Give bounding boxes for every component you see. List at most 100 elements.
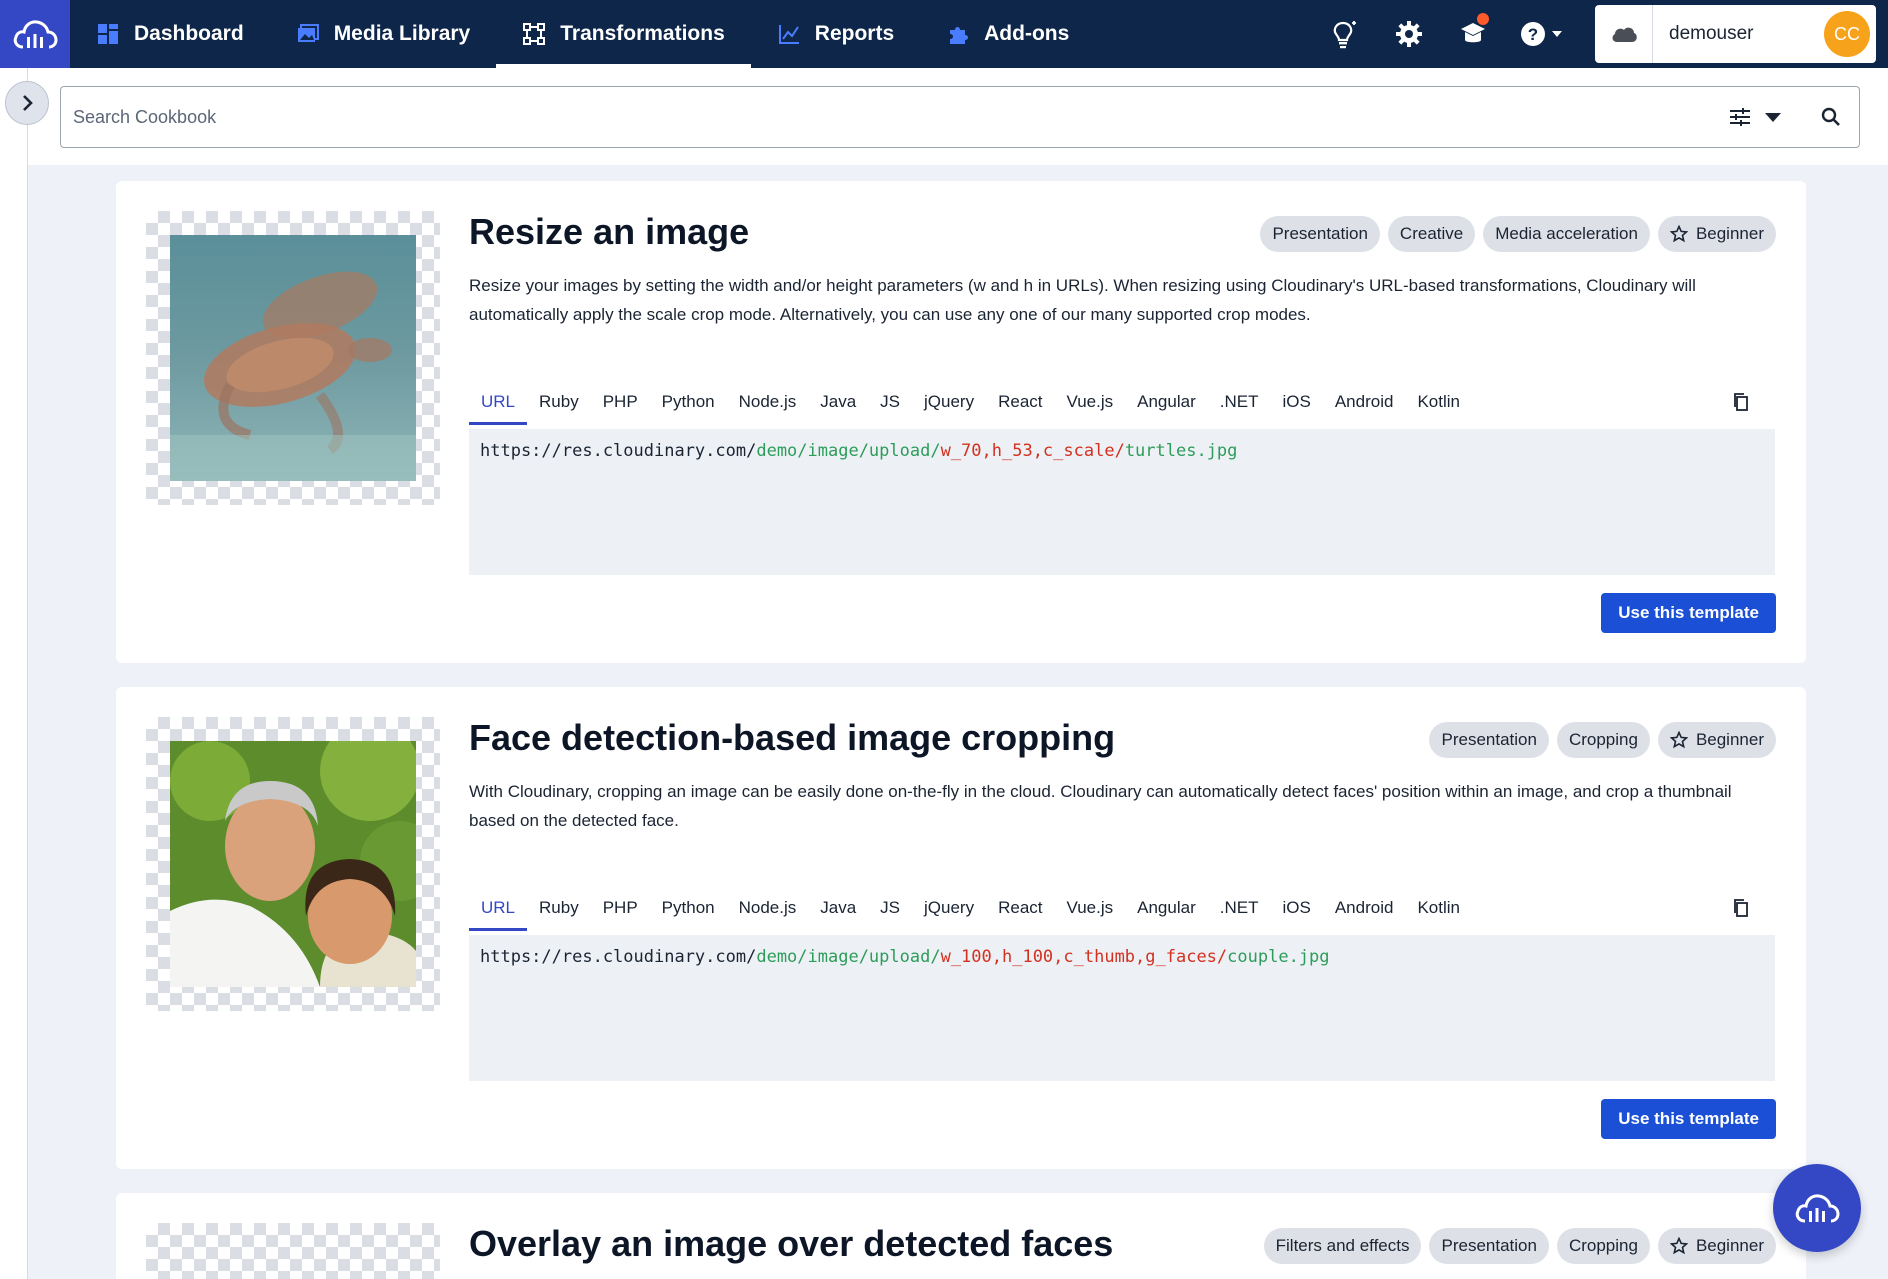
- caret-down-icon: [1765, 113, 1781, 122]
- tab-php[interactable]: PHP: [591, 887, 650, 929]
- tab-dotnet[interactable]: .NET: [1208, 381, 1271, 423]
- tag[interactable]: Presentation: [1260, 216, 1380, 252]
- sidebar-expand-button[interactable]: [5, 81, 49, 125]
- tab-js[interactable]: JS: [868, 381, 912, 423]
- tab-react[interactable]: React: [986, 887, 1054, 929]
- copy-button[interactable]: [1728, 895, 1754, 921]
- cloud-logo-icon: [13, 20, 58, 49]
- svg-text:?: ?: [1528, 25, 1538, 44]
- tag[interactable]: Presentation: [1429, 1228, 1549, 1264]
- tab-angular[interactable]: Angular: [1125, 381, 1208, 423]
- tag[interactable]: Cropping: [1556, 1228, 1650, 1264]
- star-icon: [1669, 225, 1688, 243]
- tab-ios[interactable]: iOS: [1270, 381, 1322, 423]
- tag[interactable]: Creative: [1387, 216, 1476, 252]
- tab-jquery[interactable]: jQuery: [912, 381, 986, 423]
- tab-ruby[interactable]: Ruby: [527, 381, 591, 423]
- reports-icon: [777, 22, 801, 46]
- cloudinary-logo[interactable]: [0, 0, 70, 68]
- dashboard-icon: [96, 22, 120, 46]
- nav-addons-label: Add-ons: [984, 22, 1070, 45]
- search-input[interactable]: [61, 87, 1709, 147]
- tab-kotlin[interactable]: Kotlin: [1405, 381, 1472, 423]
- tab-java[interactable]: Java: [808, 887, 868, 929]
- tab-vuejs[interactable]: Vue.js: [1055, 381, 1126, 423]
- tab-vuejs[interactable]: Vue.js: [1055, 887, 1126, 929]
- tab-react[interactable]: React: [986, 381, 1054, 423]
- recipe-title[interactable]: Resize an image: [469, 211, 749, 253]
- media-library-icon: [296, 22, 320, 46]
- couple-image: [170, 741, 416, 987]
- filter-dropdown[interactable]: [1709, 87, 1803, 147]
- url-base: https://res.cloudinary.com/: [480, 441, 757, 461]
- avatar[interactable]: CC: [1824, 11, 1870, 57]
- code-snippet[interactable]: https://res.cloudinary.com/demo/image/up…: [469, 429, 1775, 575]
- tab-nodejs[interactable]: Node.js: [727, 381, 809, 423]
- cloud-account-icon[interactable]: [1595, 5, 1653, 63]
- tab-url[interactable]: URL: [469, 887, 528, 931]
- collapsed-sidebar: [0, 68, 28, 1279]
- search-button[interactable]: [1803, 87, 1859, 147]
- recipe-title[interactable]: Face detection-based image cropping: [469, 717, 1115, 759]
- tag[interactable]: Presentation: [1429, 722, 1549, 758]
- recipe-thumbnail[interactable]: [146, 717, 440, 1011]
- tab-dotnet[interactable]: .NET: [1208, 887, 1271, 929]
- cloudinary-assistant-button[interactable]: [1773, 1164, 1861, 1252]
- recipe-card: Overlay an image over detected faces Fil…: [116, 1193, 1806, 1279]
- recipe-title[interactable]: Overlay an image over detected faces: [469, 1223, 1113, 1265]
- nav-dashboard-label: Dashboard: [134, 22, 244, 45]
- transformations-icon: [522, 22, 546, 46]
- learning-button[interactable]: [1441, 0, 1505, 68]
- help-button[interactable]: ?: [1505, 0, 1579, 68]
- code-snippet[interactable]: https://res.cloudinary.com/demo/image/up…: [469, 935, 1775, 1081]
- tab-ios[interactable]: iOS: [1270, 887, 1322, 929]
- use-template-button[interactable]: Use this template: [1601, 593, 1776, 633]
- url-path: demo/image/upload/: [756, 441, 941, 461]
- tab-python[interactable]: Python: [650, 381, 727, 423]
- recipe-card: Face detection-based image cropping Pres…: [116, 687, 1806, 1169]
- copy-button[interactable]: [1728, 389, 1754, 415]
- level-tag[interactable]: Beginner: [1657, 722, 1776, 758]
- nav-dashboard[interactable]: Dashboard: [70, 0, 270, 68]
- tab-java[interactable]: Java: [808, 381, 868, 423]
- nav-media-library[interactable]: Media Library: [270, 0, 497, 68]
- lightbulb-icon: [1333, 21, 1356, 49]
- url-transform: w_100,h_100,c_thumb,g_faces/: [940, 947, 1228, 967]
- language-tabs: URL Ruby PHP Python Node.js Java JS jQue…: [469, 381, 1775, 425]
- chevron-right-icon: [23, 95, 33, 111]
- recipe-tags: Presentation Cropping Beginner: [1429, 722, 1776, 758]
- tab-android[interactable]: Android: [1323, 887, 1406, 929]
- level-tag[interactable]: Beginner: [1657, 1228, 1776, 1264]
- star-icon: [1669, 1237, 1688, 1255]
- star-icon: [1669, 731, 1688, 749]
- tag[interactable]: Filters and effects: [1263, 1228, 1422, 1264]
- recipe-thumbnail[interactable]: [146, 1223, 440, 1279]
- lightbulb-button[interactable]: [1313, 0, 1377, 68]
- url-base: https://res.cloudinary.com/: [480, 947, 757, 967]
- tab-php[interactable]: PHP: [591, 381, 650, 423]
- nav-reports[interactable]: Reports: [751, 0, 920, 68]
- tab-android[interactable]: Android: [1323, 381, 1406, 423]
- tab-angular[interactable]: Angular: [1125, 887, 1208, 929]
- tab-jquery[interactable]: jQuery: [912, 887, 986, 929]
- language-tabs: URL Ruby PHP Python Node.js Java JS jQue…: [469, 887, 1775, 931]
- tag[interactable]: Cropping: [1556, 722, 1650, 758]
- search-bar: [28, 68, 1888, 165]
- use-template-button[interactable]: Use this template: [1601, 1099, 1776, 1139]
- tab-nodejs[interactable]: Node.js: [727, 887, 809, 929]
- tab-url[interactable]: URL: [469, 381, 528, 425]
- settings-button[interactable]: [1377, 0, 1441, 68]
- recipe-thumbnail[interactable]: [146, 211, 440, 505]
- level-tag[interactable]: Beginner: [1657, 216, 1776, 252]
- tab-python[interactable]: Python: [650, 887, 727, 929]
- tab-kotlin[interactable]: Kotlin: [1405, 887, 1472, 929]
- tag[interactable]: Media acceleration: [1483, 216, 1650, 252]
- tab-js[interactable]: JS: [868, 887, 912, 929]
- user-menu[interactable]: demouser CC: [1595, 5, 1876, 63]
- level-label: Beginner: [1695, 1236, 1764, 1255]
- username: demouser: [1669, 23, 1754, 44]
- nav-addons[interactable]: Add-ons: [920, 0, 1095, 68]
- tab-ruby[interactable]: Ruby: [527, 887, 591, 929]
- url-file: couple.jpg: [1227, 947, 1330, 967]
- nav-transformations[interactable]: Transformations: [496, 0, 751, 68]
